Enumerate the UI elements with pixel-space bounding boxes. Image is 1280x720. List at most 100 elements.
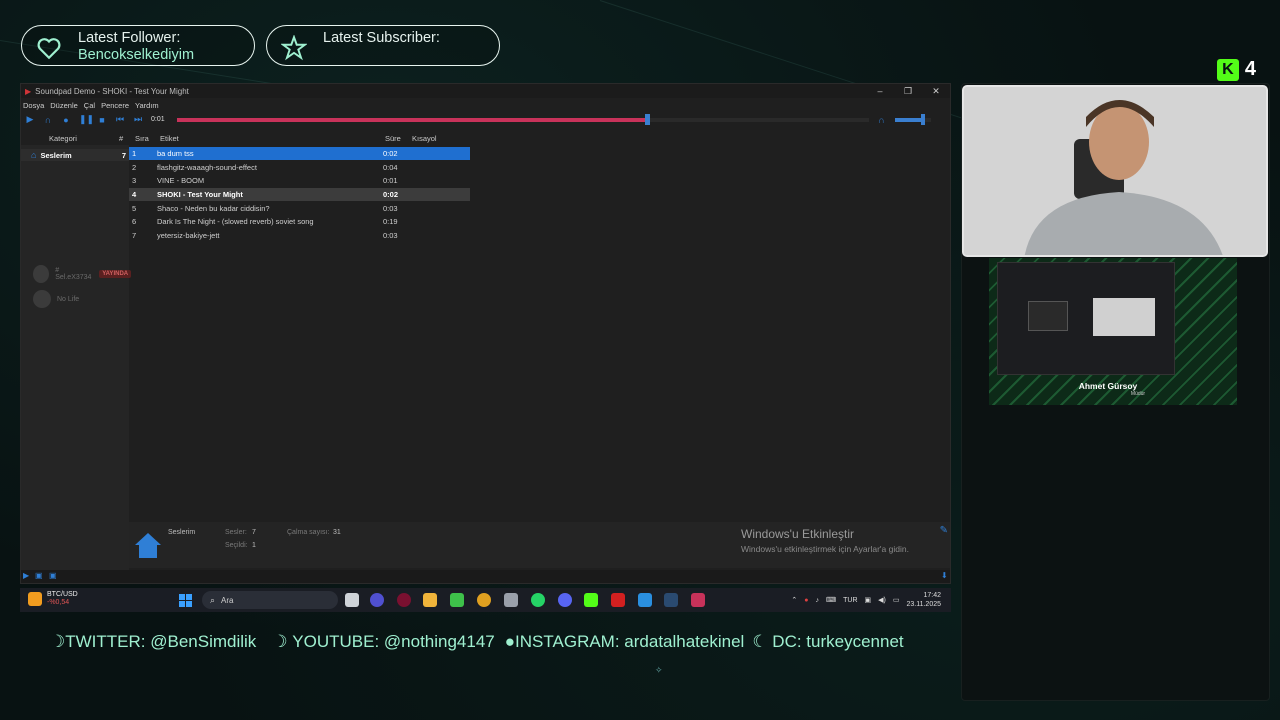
heart-icon (37, 38, 61, 60)
preview-name: Ahmet Gürsoy (1078, 381, 1138, 391)
next-icon[interactable]: ⏭ (133, 114, 143, 125)
progress-handle[interactable] (645, 113, 651, 125)
volume-fill (894, 117, 924, 122)
volume-slider[interactable] (894, 113, 931, 125)
column-sira[interactable]: Sıra (135, 134, 149, 143)
column-etiket[interactable]: Etiket (160, 134, 179, 143)
line-icon[interactable] (450, 593, 464, 607)
subscriber-label: Latest Subscriber: (323, 30, 440, 46)
user-name: # Sel.eX3734 (55, 267, 92, 281)
keyboard-icon[interactable]: ⌨ (826, 596, 836, 604)
battery-icon[interactable]: ▭ (893, 596, 900, 604)
file-explorer-icon[interactable] (423, 593, 437, 607)
steam-icon[interactable] (664, 593, 678, 607)
whatsapp-icon[interactable] (531, 593, 545, 607)
soundpad-icon[interactable] (691, 593, 705, 607)
window-titlebar[interactable]: ▶ Soundpad Demo - SHOKI - Test Your Migh… (21, 84, 950, 98)
antivirus-icon[interactable]: ● (804, 597, 808, 604)
column-headers: Kategori # Sıra Etiket Süre Kısayol (21, 133, 950, 145)
menu-cal[interactable]: Çal (84, 101, 95, 110)
sound-label: Dark Is The Night - (slowed reverb) sovi… (157, 217, 314, 226)
pen-icon[interactable] (504, 593, 518, 607)
download-icon[interactable]: ⬇ (941, 571, 948, 580)
language-indicator[interactable]: TUR (843, 597, 857, 604)
sound-row-playing[interactable]: 4 SHOKI - Test Your Might 0:02 (129, 188, 470, 201)
previous-icon[interactable]: ⏮ (115, 114, 125, 125)
microphone-icon[interactable]: ● (61, 115, 71, 125)
stop-icon[interactable]: ■ (97, 115, 107, 125)
opera-icon[interactable] (397, 593, 411, 607)
close-button[interactable]: ✕ (922, 86, 950, 97)
avatar (33, 290, 51, 308)
menu-duzenle[interactable]: Düzenle (50, 101, 78, 110)
headphones-output-icon[interactable]: ∩ (877, 115, 887, 125)
status-calma-value: 31 (333, 529, 341, 536)
menu-pencere[interactable]: Pencere (101, 101, 129, 110)
vscode-icon[interactable] (638, 593, 652, 607)
sound-duration: 0:04 (383, 163, 398, 172)
instagram-icon: ● (504, 632, 516, 651)
category-item-seslerim[interactable]: ⌂ Seslerim 7 (21, 149, 129, 161)
play-icon[interactable]: ▶ (23, 571, 29, 580)
column-hash[interactable]: # (119, 134, 123, 143)
kick-viewer-count: K 4 (1216, 58, 1256, 81)
menu-yardim[interactable]: Yardım (135, 101, 159, 110)
column-kisayol[interactable]: Kısayol (412, 134, 437, 143)
sound-label: VINE - BOOM (157, 176, 205, 185)
sound-row[interactable]: 3 VINE - BOOM 0:01 (129, 174, 470, 187)
sound-number: 3 (132, 176, 137, 185)
home-icon (135, 533, 161, 558)
taskbar-clock[interactable]: 17:42 23.11.2025 (906, 591, 941, 609)
sound-row[interactable]: 7 yetersiz-bakiye-jett 0:03 (129, 229, 470, 242)
maximize-button[interactable]: ❐ (894, 86, 922, 97)
network-icon[interactable]: ▣ (865, 596, 872, 604)
record-icon[interactable]: ▣ (35, 571, 43, 580)
kick-logo-icon: K (1216, 58, 1239, 81)
webcam-person-image (964, 87, 1266, 255)
chevron-up-icon[interactable]: ⌃ (791, 596, 797, 604)
windows-activation-subtitle: Windows'u etkinleştirmek için Ayarlar'a … (741, 544, 909, 554)
menu-dosya[interactable]: Dosya (23, 101, 44, 110)
list-icon[interactable]: ▣ (49, 571, 57, 580)
chrome-icon[interactable] (477, 593, 491, 607)
progress-fill (176, 117, 648, 122)
column-kategori[interactable]: Kategori (49, 134, 77, 143)
task-view-icon[interactable] (345, 593, 359, 607)
ticker-widget[interactable]: BTC/USD -%0,54 (28, 591, 78, 607)
discord-icon: ☾ (752, 632, 773, 651)
preview-screen (997, 262, 1175, 375)
sound-label: flashgitz-waaagh-sound-effect (157, 163, 257, 172)
discord-handle: DC: turkeycennet (772, 632, 904, 651)
sound-row[interactable]: 1 ba dum tss 0:02 (129, 147, 470, 160)
sound-row[interactable]: 2 flashgitz-waaagh-sound-effect 0:04 (129, 161, 470, 174)
play-icon[interactable]: ▶ (25, 114, 35, 125)
cortana-icon[interactable] (370, 593, 384, 607)
preview-role: Müdür (1130, 391, 1146, 397)
sound-row[interactable]: 5 Shaco - Neden bu kadar ciddisin? 0:03 (129, 202, 470, 215)
discord-icon[interactable] (558, 593, 572, 607)
status-calma-label: Çalma sayısı: (287, 529, 330, 536)
volume-icon[interactable]: ◀) (878, 596, 886, 604)
sound-number: 6 (132, 217, 137, 226)
minimize-button[interactable]: – (866, 86, 894, 97)
headphones-icon[interactable]: ∩ (43, 115, 53, 125)
volume-handle[interactable] (921, 113, 926, 125)
taskbar-search[interactable]: ⌕ Ara (202, 591, 338, 609)
status-bar: Seslerim Sesler: 7 Seçildi: 1 Çalma sayı… (129, 522, 950, 568)
pause-icon[interactable]: ❚❚ (79, 114, 94, 125)
avatar (33, 265, 50, 283)
pdf-icon[interactable] (611, 593, 625, 607)
category-pane: ⌂ Seslerim 7 # Sel.eX3734 YAYINDA No Lif… (21, 145, 132, 571)
microphone-icon[interactable]: ♪ (816, 597, 820, 604)
clock-date: 23.11.2025 (906, 601, 941, 608)
search-placeholder: Ara (221, 595, 234, 605)
windows-start-icon[interactable] (179, 594, 192, 607)
search-icon: ⌕ (210, 594, 216, 605)
sound-number: 2 (132, 163, 137, 172)
column-sure[interactable]: Süre (385, 134, 401, 143)
kick-icon[interactable] (584, 593, 598, 607)
pin-icon[interactable]: ✎ (940, 525, 948, 536)
sound-row[interactable]: 6 Dark Is The Night - (slowed reverb) so… (129, 215, 470, 228)
screen-share-preview: Ahmet Gürsoy Müdür (989, 258, 1237, 405)
playback-progress-bar[interactable] (176, 113, 869, 125)
